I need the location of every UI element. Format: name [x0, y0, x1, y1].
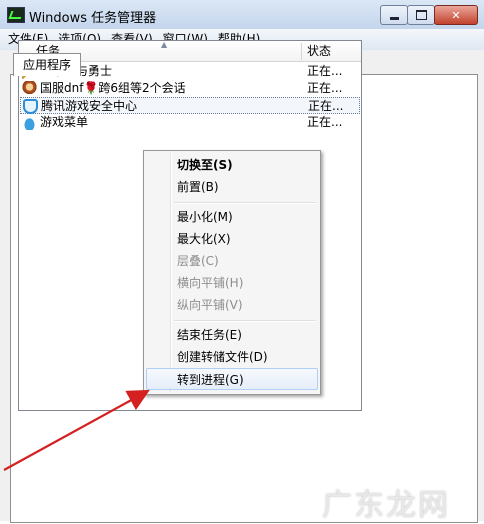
- task-name: 游戏菜单: [40, 115, 89, 129]
- task-status: 正在...: [308, 99, 344, 113]
- cloud-icon: [22, 115, 37, 130]
- task-manager-icon: [7, 7, 25, 23]
- close-icon: ✕: [451, 8, 461, 22]
- task-status: 正在...: [307, 64, 343, 78]
- qq-chat-icon: [22, 81, 37, 96]
- task-row[interactable]: 游戏菜单 正在...: [20, 114, 360, 131]
- task-row-selected[interactable]: 腾讯游戏安全中心 正在...: [20, 97, 360, 114]
- menu-item-label: 创建转储文件(D): [177, 350, 268, 364]
- column-divider[interactable]: [301, 43, 302, 60]
- watermark-text: 广东龙网: [322, 488, 450, 523]
- menu-item-create-dump[interactable]: 创建转储文件(D): [146, 346, 318, 368]
- sort-up-icon: ▲: [161, 40, 168, 49]
- menu-item-go-to-process[interactable]: 转到进程(G): [146, 368, 318, 390]
- menu-item-label: 最大化(X): [177, 232, 231, 246]
- menu-item-cascade: 层叠(C): [146, 250, 318, 272]
- task-row[interactable]: 国服dnf🌹跨6组等2个会话 正在...: [20, 80, 360, 97]
- window-controls: ✕: [380, 5, 478, 25]
- menu-item-label: 层叠(C): [177, 254, 219, 268]
- tab-applications[interactable]: 应用程序: [13, 53, 82, 76]
- task-status: 正在...: [307, 115, 343, 129]
- menu-item-label: 横向平铺(H): [177, 276, 244, 290]
- task-name: 国服dnf🌹跨6组等2个会话: [40, 81, 186, 95]
- menu-item-label: 纵向平铺(V): [177, 298, 243, 312]
- minimize-icon: [389, 16, 399, 20]
- task-manager-window: Windows 任务管理器 ✕ 文件(F) 选项(O) 查看(V) 窗口(W) …: [0, 0, 484, 523]
- menu-separator: [174, 202, 316, 204]
- task-status: 正在...: [307, 81, 343, 95]
- menu-item-label: 最小化(M): [177, 210, 233, 224]
- column-header-status[interactable]: 状态: [307, 41, 331, 61]
- maximize-icon: [415, 10, 427, 20]
- context-menu: 切换至(S) 前置(B) 最小化(M) 最大化(X) 层叠(C) 横向平铺(H)…: [143, 150, 321, 395]
- shield-icon: [23, 99, 38, 114]
- menu-item-end-task[interactable]: 结束任务(E): [146, 324, 318, 346]
- menu-separator: [174, 320, 316, 322]
- menu-item-tile-vertical: 纵向平铺(V): [146, 294, 318, 316]
- title-bar[interactable]: Windows 任务管理器 ✕: [0, 0, 484, 30]
- menu-item-bring-to-front[interactable]: 前置(B): [146, 176, 318, 198]
- menu-item-maximize[interactable]: 最大化(X): [146, 228, 318, 250]
- minimize-button[interactable]: [380, 5, 408, 25]
- menu-item-switch-to[interactable]: 切换至(S): [146, 154, 318, 176]
- menu-item-label: 切换至(S): [177, 158, 233, 172]
- menu-item-label: 前置(B): [177, 180, 219, 194]
- task-name: 腾讯游戏安全中心: [41, 99, 138, 113]
- close-button[interactable]: ✕: [434, 5, 478, 25]
- menu-item-label: 转到进程(G): [177, 373, 244, 387]
- menu-item-label: 结束任务(E): [177, 328, 242, 342]
- window-title: Windows 任务管理器: [29, 11, 157, 26]
- maximize-button[interactable]: [407, 5, 435, 25]
- menu-item-minimize[interactable]: 最小化(M): [146, 206, 318, 228]
- menu-item-tile-horizontal: 横向平铺(H): [146, 272, 318, 294]
